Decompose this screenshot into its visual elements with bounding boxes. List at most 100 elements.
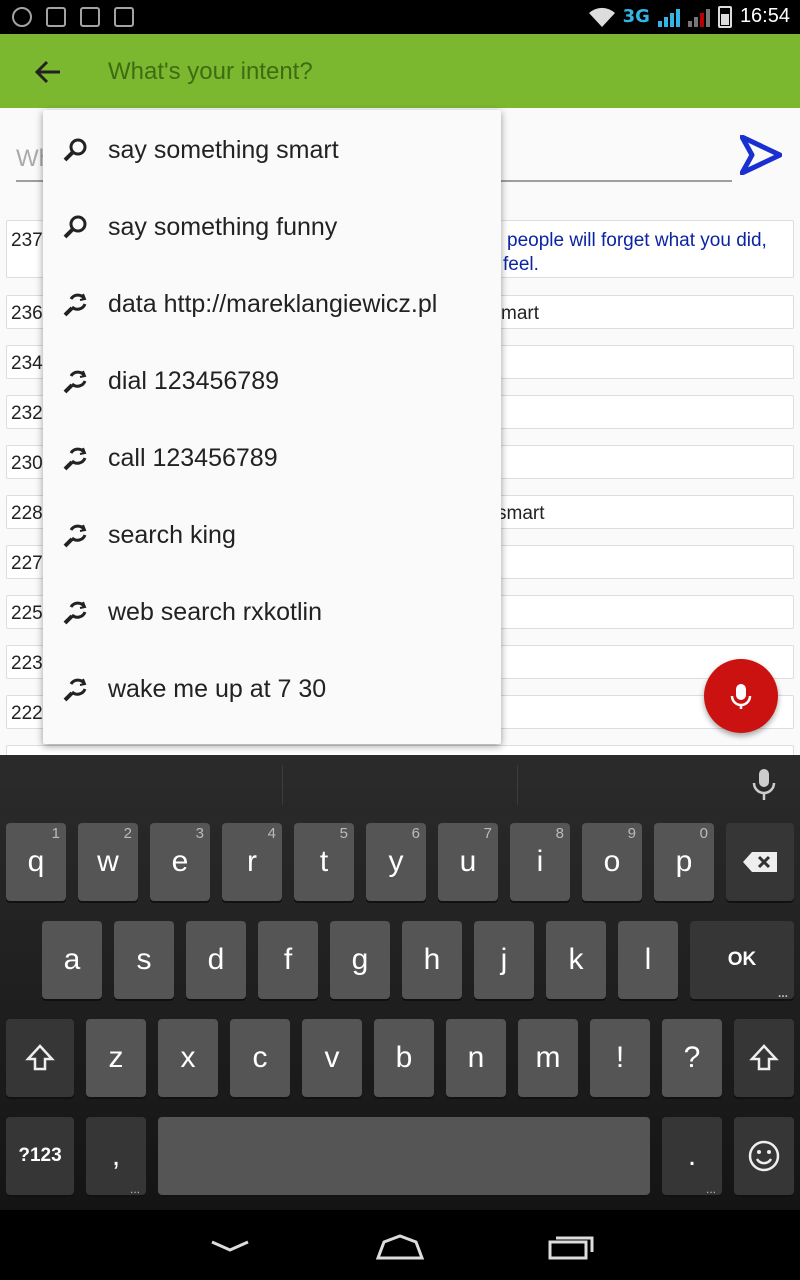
keyboard-microphone-icon[interactable] — [748, 767, 780, 803]
key-v[interactable]: v — [302, 1019, 362, 1097]
item-id: 237 — [11, 230, 43, 251]
shift-icon — [25, 1044, 55, 1071]
key-d[interactable]: d — [186, 921, 246, 999]
suggestion-item[interactable]: wake me up at 7 30 — [43, 650, 501, 727]
key-i[interactable]: i8 — [510, 823, 570, 901]
wifi-icon — [588, 7, 615, 27]
app-toolbar: What's your intent? — [0, 34, 800, 108]
key-label: a — [63, 943, 81, 976]
suggestion-item[interactable]: dial 123456789 — [43, 342, 501, 419]
storage-icon — [114, 7, 134, 27]
notification-icon — [12, 7, 32, 27]
key-c[interactable]: c — [230, 1019, 290, 1097]
key-r[interactable]: r4 — [222, 823, 282, 901]
history-search-icon — [63, 678, 87, 702]
key-label: ? — [683, 1041, 701, 1074]
suggestion-label: data http://mareklangiewicz.pl — [108, 290, 438, 318]
comma-key[interactable]: ,... — [86, 1117, 146, 1195]
key-o[interactable]: o9 — [582, 823, 642, 901]
period-key[interactable]: .... — [662, 1117, 722, 1195]
shift-right-key[interactable] — [734, 1019, 794, 1097]
key-n[interactable]: n — [446, 1019, 506, 1097]
key-question[interactable]: ? — [662, 1019, 722, 1097]
key-b[interactable]: b — [374, 1019, 434, 1097]
home-icon[interactable] — [370, 1230, 430, 1264]
search-icon — [63, 138, 87, 162]
key-hint: 7 — [483, 825, 492, 842]
key-label: z — [108, 1041, 124, 1074]
key-e[interactable]: e3 — [150, 823, 210, 901]
shift-left-key[interactable] — [6, 1019, 74, 1097]
symbols-key[interactable]: ?123 — [6, 1117, 74, 1195]
navigation-bar — [0, 1210, 800, 1280]
soft-keyboard: q1 w2 e3 r4 t5 y6 u7 i8 o9 p0 a s d f g … — [0, 755, 800, 1210]
key-g[interactable]: g — [330, 921, 390, 999]
suggestion-item[interactable]: search king — [43, 496, 501, 573]
key-hint: 1 — [51, 825, 60, 842]
key-exclamation[interactable]: ! — [590, 1019, 650, 1097]
suggestion-item[interactable]: say something smart — [43, 111, 501, 188]
key-z[interactable]: z — [86, 1019, 146, 1097]
key-l[interactable]: l — [618, 921, 678, 999]
key-a[interactable]: a — [42, 921, 102, 999]
keyboard-suggestion-strip — [0, 755, 800, 813]
item-text: people will forget what you did, — [507, 230, 767, 251]
key-m[interactable]: m — [518, 1019, 578, 1097]
voice-input-button[interactable] — [704, 659, 778, 733]
item-text-2: feel. — [503, 254, 539, 275]
key-label: u — [459, 845, 477, 878]
battery-icon — [717, 5, 732, 28]
item-id: 228 — [11, 503, 43, 524]
key-hint: 2 — [123, 825, 132, 842]
ok-key[interactable]: OK... — [690, 921, 794, 999]
key-label: h — [423, 943, 441, 976]
suggestion-item[interactable]: data http://mareklangiewicz.pl — [43, 265, 501, 342]
key-u[interactable]: u7 — [438, 823, 498, 901]
suggestion-item[interactable]: say something funny — [43, 188, 501, 265]
key-label: i — [536, 845, 544, 878]
suggestion-label: call 123456789 — [108, 444, 278, 472]
key-label: v — [324, 1041, 340, 1074]
space-key[interactable] — [158, 1117, 650, 1195]
suggestion-label: wake me up at 7 30 — [108, 675, 327, 703]
divider — [517, 765, 518, 805]
key-j[interactable]: j — [474, 921, 534, 999]
key-y[interactable]: y6 — [366, 823, 426, 901]
key-label: o — [603, 845, 621, 878]
emoji-key[interactable] — [734, 1117, 794, 1195]
key-label: ! — [615, 1041, 625, 1074]
more-indicator: ... — [129, 1182, 140, 1196]
history-search-icon — [63, 370, 87, 394]
back-arrow-icon[interactable] — [30, 54, 66, 90]
key-label: . — [687, 1139, 697, 1172]
key-w[interactable]: w2 — [78, 823, 138, 901]
key-hint: 6 — [411, 825, 420, 842]
backspace-key[interactable] — [726, 823, 794, 901]
history-search-icon — [63, 601, 87, 625]
hide-keyboard-icon[interactable] — [200, 1230, 260, 1264]
key-label: m — [535, 1041, 561, 1074]
key-q[interactable]: q1 — [6, 823, 66, 901]
suggestion-item[interactable]: call 123456789 — [43, 419, 501, 496]
key-label: g — [351, 943, 369, 976]
key-label: , — [111, 1139, 121, 1172]
item-id: 236 — [11, 303, 43, 324]
item-text: mart — [501, 303, 539, 324]
key-f[interactable]: f — [258, 921, 318, 999]
key-label: e — [171, 845, 189, 878]
send-icon[interactable] — [740, 135, 782, 175]
suggestion-item[interactable]: web search rxkotlin — [43, 573, 501, 650]
suggestion-label: dial 123456789 — [108, 367, 279, 395]
more-indicator: ... — [705, 1182, 716, 1196]
key-h[interactable]: h — [402, 921, 462, 999]
item-id: 222 — [11, 703, 43, 724]
key-s[interactable]: s — [114, 921, 174, 999]
status-bar: 3G 16:54 — [0, 0, 800, 34]
recent-apps-icon[interactable] — [540, 1230, 600, 1264]
key-x[interactable]: x — [158, 1019, 218, 1097]
key-p[interactable]: p0 — [654, 823, 714, 901]
history-search-icon — [63, 447, 87, 471]
key-k[interactable]: k — [546, 921, 606, 999]
key-t[interactable]: t5 — [294, 823, 354, 901]
key-hint: 4 — [267, 825, 276, 842]
